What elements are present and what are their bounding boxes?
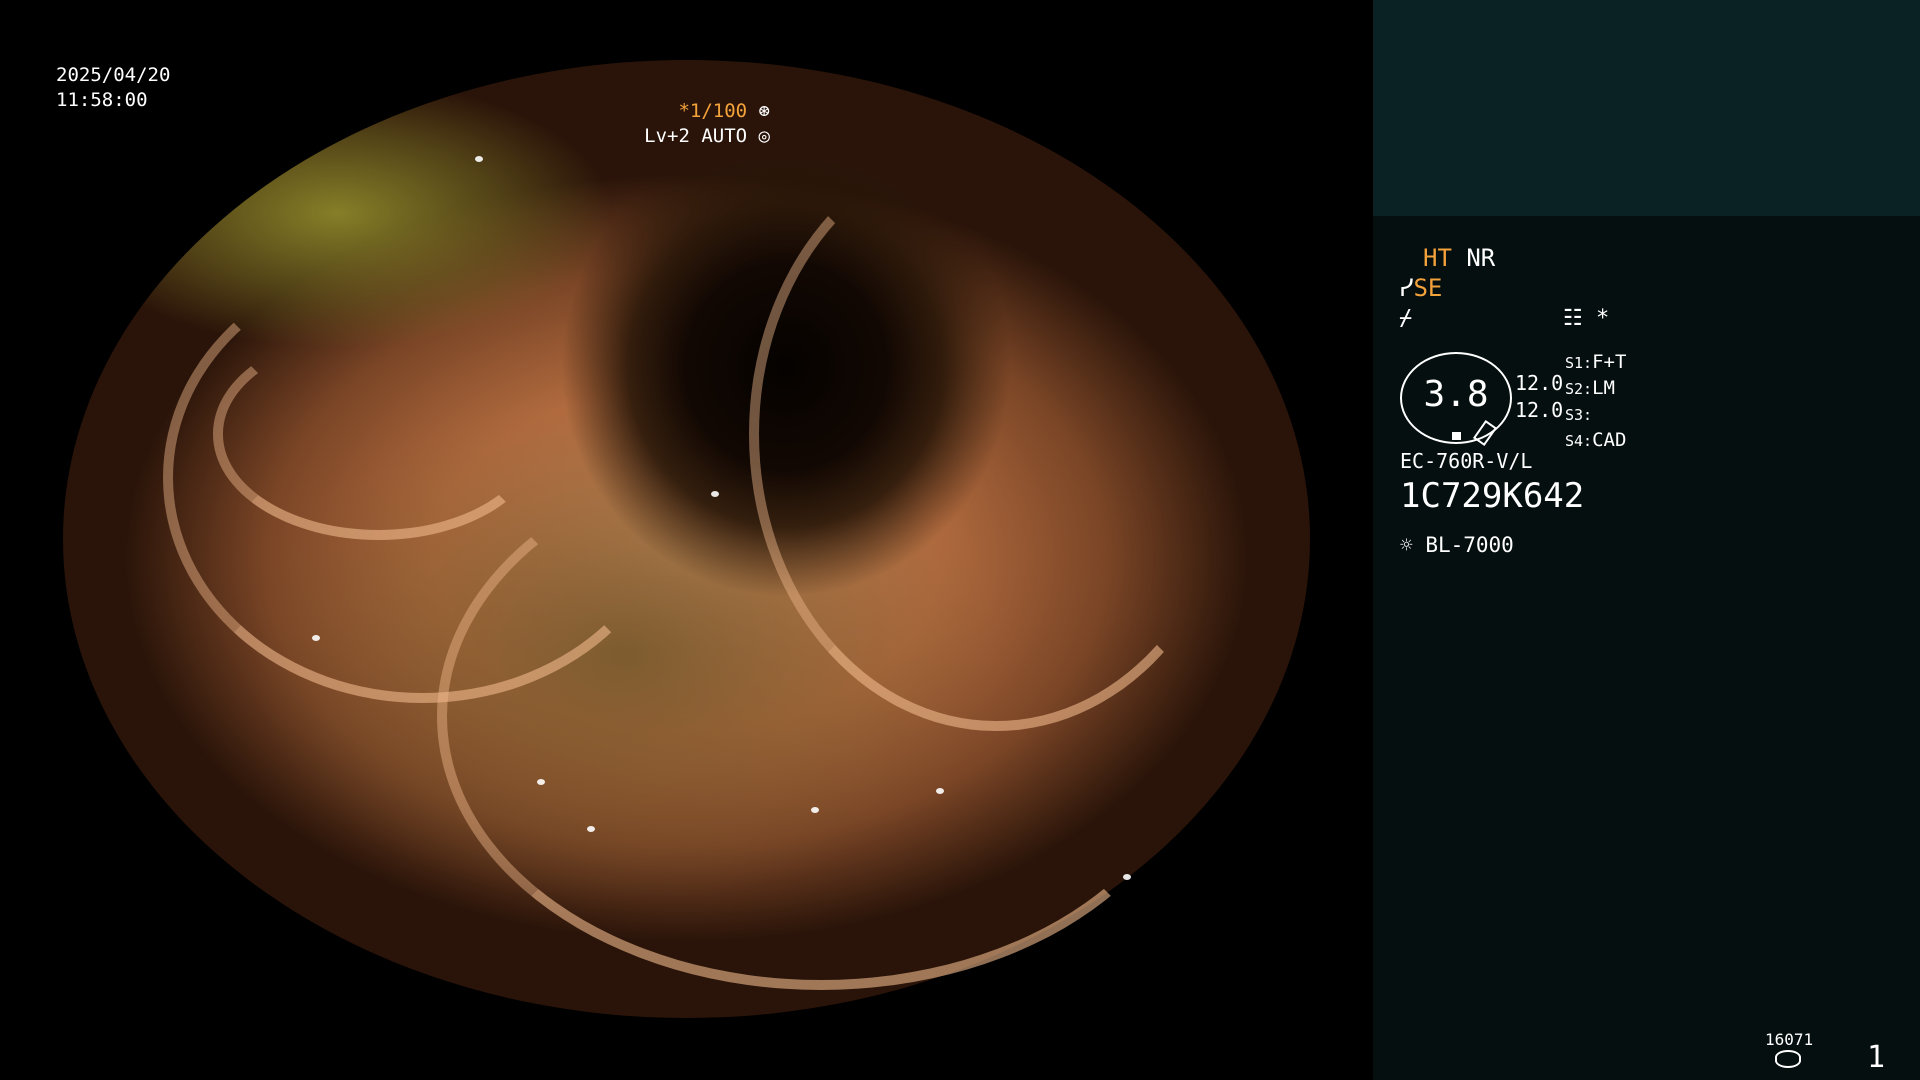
- magnification-gauge: 3.8: [1400, 352, 1512, 447]
- mode-indicators: HT NR: [1423, 244, 1495, 272]
- settings-list-icon: ☷: [1563, 306, 1583, 331]
- switch-s4: S4:CAD: [1565, 429, 1627, 451]
- endoscopic-image: [63, 60, 1310, 1018]
- lamp-icon: ☼: [1400, 533, 1413, 557]
- light-source-model: BL-7000: [1425, 533, 1514, 557]
- switch-s3: S3:: [1565, 406, 1593, 424]
- date-text: 2025/04/20: [56, 64, 171, 86]
- switch-s2: S2:LM: [1565, 377, 1615, 399]
- date-time: 2025/04/20 11:58:00: [56, 63, 170, 113]
- gauge-tab-icon: [1472, 419, 1498, 447]
- light-reflection: [935, 788, 944, 795]
- mode-se: SE: [1413, 274, 1443, 302]
- switch-s1: S1:F+T: [1565, 351, 1627, 373]
- light-reflection: [1122, 874, 1131, 881]
- scope-switch-assignments: S1:F+T S2:LM S3: S4:CAD: [1565, 350, 1626, 454]
- mode-ht: HT: [1423, 244, 1452, 272]
- time-text: 11:58:00: [56, 89, 148, 111]
- aperture-icon: ⊛: [758, 100, 770, 122]
- shutter-info: *1/100 ⊛ Lv+2 AUTO ◎: [644, 99, 770, 149]
- image-crop-top: [0, 0, 1372, 60]
- gauge-value: 3.8: [1423, 374, 1489, 415]
- light-reflection: [536, 778, 545, 785]
- disk-icon: [1775, 1050, 1801, 1068]
- panel-status-icons: ☷ *: [1563, 306, 1609, 331]
- mucosal-fold: [748, 136, 1243, 732]
- gauge-reading-a: 12.0: [1515, 371, 1564, 395]
- tilde-icon: ᓯ: [1399, 274, 1414, 302]
- info-panel-header-area: [1373, 0, 1920, 216]
- shutter-speed: *1/100: [678, 100, 748, 122]
- structure-enhancement: ᓯSE: [1399, 274, 1442, 302]
- frame-count: 16071: [1765, 1030, 1814, 1049]
- page-number: 1: [1867, 1040, 1886, 1075]
- mode-nr: NR: [1466, 244, 1496, 272]
- gauge-reading-b: 12.0: [1515, 398, 1564, 422]
- iris-icon: ◎: [758, 125, 770, 147]
- info-panel: HT NR ᓯSE ⌿ ☷ * 3.8 12.0 12.0 S1:F+T S2:…: [1373, 0, 1920, 1080]
- mucosal-fold: [212, 328, 545, 540]
- light-source: ☼ BL-7000: [1400, 533, 1514, 557]
- exposure-level: Lv+2 AUTO: [644, 125, 748, 147]
- endoscope-video-area: 2025/04/20 11:58:00 *1/100 ⊛ Lv+2 AUTO ◎: [0, 0, 1372, 1080]
- enhancement-icon: ⌿: [1399, 306, 1413, 331]
- scope-serial: 1C729K642: [1400, 476, 1585, 516]
- asterisk-indicator: *: [1595, 306, 1610, 331]
- light-reflection: [474, 155, 483, 162]
- gauge-marker: [1452, 432, 1461, 440]
- scope-model: EC-760R-V/L: [1400, 449, 1533, 473]
- image-crop-bottom: [0, 1018, 1372, 1080]
